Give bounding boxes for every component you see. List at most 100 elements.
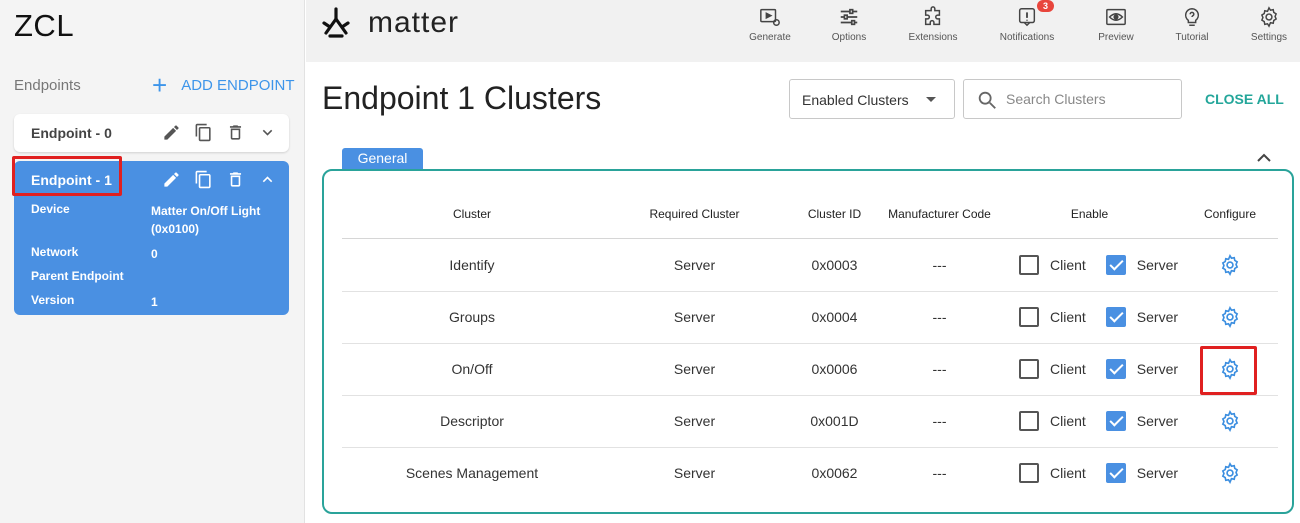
endpoint-title: Endpoint - 0 [31,125,112,141]
tutorial-button[interactable]: Tutorial [1157,6,1227,43]
version-value: 1 [151,295,158,309]
delete-icon[interactable] [226,123,245,142]
endpoint-card-0[interactable]: Endpoint - 0 [14,114,289,152]
chevron-up-icon[interactable] [1254,150,1274,166]
close-all-button[interactable]: CLOSE ALL [1205,91,1284,107]
copy-icon[interactable] [194,123,213,142]
server-checkbox[interactable] [1105,411,1126,431]
client-checkbox[interactable] [1019,307,1039,327]
edit-icon[interactable] [162,123,181,142]
required-cluster: Server [673,309,716,325]
page-title: Endpoint 1 Clusters [322,80,602,116]
group-tab-general[interactable]: General [342,148,423,169]
app-title: ZCL [14,8,75,43]
table-row: On/Off Server 0x0006 --- Client Server [342,344,1278,396]
top-toolbar: matter Generate Options Extensions 3 Not… [306,0,1300,62]
column-header: Cluster ID [807,207,862,221]
column-header: Manufacturer Code [888,207,991,221]
device-value: Matter On/Off Light (0x0100) [151,204,261,236]
server-checkbox[interactable] [1105,359,1126,379]
logo-text: matter [368,6,460,39]
settings-label: Settings [1250,32,1288,43]
server-label: Server [1136,413,1179,429]
options-icon [840,8,858,26]
required-cluster: Server [673,413,716,429]
table-header: Cluster Required Cluster Cluster ID Manu… [342,193,1278,239]
matter-logo: matter [318,5,459,41]
server-label: Server [1136,465,1179,481]
client-label: Client [1050,257,1086,273]
cluster-name: Groups [449,309,495,325]
generate-button[interactable]: Generate [735,6,805,43]
preview-label: Preview [1098,32,1134,43]
client-checkbox[interactable] [1019,411,1039,431]
server-checkbox[interactable] [1105,255,1126,275]
cluster-name: On/Off [451,361,493,377]
preview-icon [1106,8,1126,26]
server-label: Server [1136,361,1179,377]
copy-icon[interactable] [194,170,213,189]
search-clusters-box[interactable] [963,79,1182,119]
manufacturer-code: --- [932,257,947,273]
chevron-up-icon[interactable] [258,170,277,189]
preview-button[interactable]: Preview [1081,6,1151,43]
matter-logo-icon [322,7,350,38]
version-label: Version [31,293,75,307]
manufacturer-code: --- [932,465,947,481]
plus-icon: + [152,70,168,100]
options-label: Options [831,32,867,43]
client-label: Client [1050,413,1086,429]
client-checkbox[interactable] [1019,255,1039,275]
extensions-button[interactable]: Extensions [898,6,968,43]
sidebar: ZCL Endpoints + ADD ENDPOINT Endpoint - … [0,0,305,523]
column-header: Configure [1203,207,1257,221]
tutorial-label: Tutorial [1175,32,1209,43]
column-header: Enable [1070,207,1109,221]
device-label: Device [31,202,70,216]
generate-icon [760,8,780,26]
notifications-label: Notifications [999,32,1055,43]
configure-gear-icon[interactable] [1219,306,1241,328]
edit-icon[interactable] [162,170,181,189]
client-checkbox[interactable] [1019,359,1039,379]
network-label: Network [31,245,79,259]
client-checkbox[interactable] [1019,463,1039,483]
configure-gear-icon[interactable] [1219,254,1241,276]
notifications-icon [1018,8,1036,27]
configure-gear-icon[interactable] [1219,410,1241,432]
cluster-id: 0x0062 [811,465,858,481]
filter-value: Enabled Clusters [802,92,909,108]
parent-endpoint-label: Parent Endpoint [31,269,124,283]
endpoint-highlight-box [12,156,122,196]
chevron-down-icon[interactable] [258,123,277,142]
cluster-name: Scenes Management [405,465,539,481]
tutorial-icon [1184,8,1200,26]
table-row: Groups Server 0x0004 --- Client Server [342,292,1278,344]
notifications-button[interactable]: 3 Notifications [992,0,1062,43]
server-label: Server [1136,257,1179,273]
server-label: Server [1136,309,1179,325]
required-cluster: Server [673,361,716,377]
server-checkbox[interactable] [1105,307,1126,327]
configure-gear-icon[interactable] [1219,462,1241,484]
server-checkbox[interactable] [1105,463,1126,483]
notification-count-badge: 3 [1037,0,1055,12]
cluster-filter-select[interactable]: Enabled Clusters [789,79,955,119]
required-cluster: Server [673,465,716,481]
client-label: Client [1050,361,1086,377]
client-label: Client [1050,309,1086,325]
cluster-name: Descriptor [440,413,504,429]
cluster-id: 0x0003 [811,257,858,273]
column-header: Required Cluster [649,207,740,221]
table-row: Identify Server 0x0003 --- Client Server [342,240,1278,292]
search-input[interactable] [1006,88,1176,110]
column-header: Cluster [452,207,491,221]
add-endpoint-button[interactable]: + ADD ENDPOINT [152,70,295,100]
options-button[interactable]: Options [814,6,884,43]
cluster-id: 0x001D [810,413,859,429]
table-row: Descriptor Server 0x001D --- Client Server [342,396,1278,448]
cluster-name: Identify [449,257,495,273]
delete-icon[interactable] [226,170,245,189]
manufacturer-code: --- [932,413,947,429]
settings-button[interactable]: Settings [1234,6,1300,43]
